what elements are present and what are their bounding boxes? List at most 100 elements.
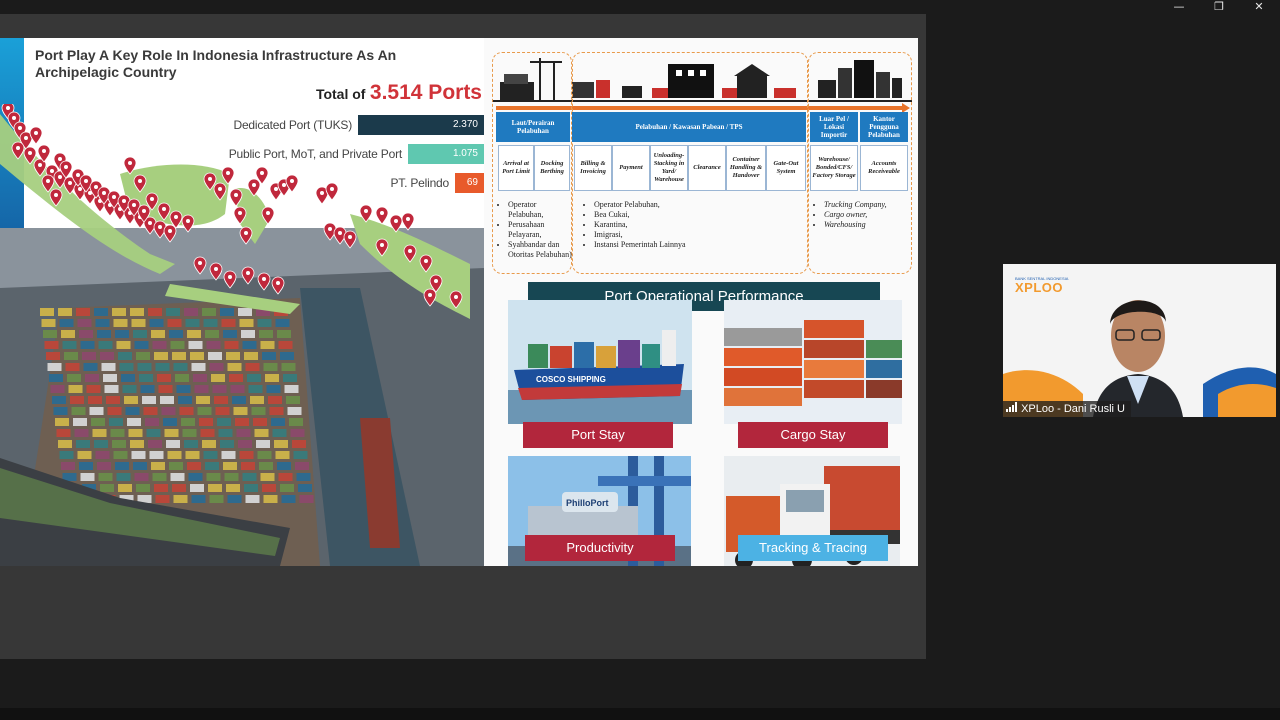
container-block [223,462,237,470]
container-block [281,363,296,371]
productivity-button[interactable]: Productivity [525,535,675,561]
process-step: Accounts Receiveable [860,145,908,191]
map-pin-dot [148,221,152,225]
container-block [172,484,186,492]
container-block [278,341,293,349]
map-pin-dot [68,181,72,185]
actor-item: Operator Pelabuhan, [594,200,804,210]
map-pin-dot [408,249,412,253]
map-pin-dot [282,183,286,187]
container-block [233,407,248,415]
container-block [298,484,312,492]
container-block [182,429,197,437]
map-pin-dot [34,131,38,135]
container-block [149,451,164,459]
container-block [74,429,89,437]
container-block [181,418,195,426]
container-block [115,462,129,470]
actor-item: Instansi Pemerintah Lainnya [594,240,804,250]
presentation-slide: Port Play A Key Role In Indonesia Infras… [0,38,918,566]
container-block [86,385,101,393]
container-block [208,352,222,360]
map-pin-dot [38,163,42,167]
container-block [242,473,257,481]
map-pin-dot [454,295,458,299]
container-block [73,418,87,426]
map-pin-icon [223,270,237,289]
container-block [188,341,203,349]
container-block [127,418,141,426]
cargo-stay-button[interactable]: Cargo Stay [738,422,888,448]
container-block [59,451,74,459]
container-block [113,451,128,459]
container-block [218,429,233,437]
actors-list: Trucking Company, Cargo owner, Warehousi… [814,200,910,230]
container-block [196,396,210,404]
container-block [286,396,300,404]
container-block [83,363,98,371]
container-block [197,407,212,415]
map-pin-icon [375,206,389,225]
stat-row-pelindo: PT. Pelindo 69 [390,173,484,193]
map-pin-icon [239,226,253,245]
container-block [212,385,227,393]
actor-item: Operator Pelabuhan, [508,200,572,220]
map-pin-dot [24,136,28,140]
container-block [176,385,191,393]
container-block [238,440,252,448]
map-pin-dot [198,261,202,265]
container-block [184,440,198,448]
map-pin-dot [276,281,280,285]
map-pin-dot [266,211,270,215]
container-block [71,407,86,415]
container-block [161,407,176,415]
container-block [226,484,240,492]
container-block [121,374,135,382]
container-block [217,418,231,426]
container-block [173,495,188,503]
container-block [142,396,156,404]
container-block [187,330,201,338]
container-block [220,440,234,448]
tracking-tracing-button[interactable]: Tracking & Tracing [738,535,888,561]
process-step: Unloading-Stacking in Yard/ Warehouse [650,145,688,191]
title-bar: — ❐ ✕ [0,0,1280,14]
container-block [55,418,69,426]
container-block [140,385,155,393]
container-block [134,341,149,349]
actor-item: Karantina, [594,220,804,230]
container-block [158,385,173,393]
map-pin-dot [122,199,126,203]
container-block [274,440,288,448]
minimize-button[interactable]: — [1164,0,1194,14]
container-block [100,484,114,492]
container-block [251,407,266,415]
container-block [151,462,165,470]
container-block [241,330,255,338]
meeting-window: — ❐ ✕ Port Play A Key Role In Indonesia … [0,0,1280,720]
restore-button[interactable]: ❐ [1204,0,1234,14]
container-block [230,385,245,393]
process-step: Clearance [688,145,726,191]
port-stay-button[interactable]: Port Stay [523,422,673,448]
actor-item: Bea Cukai, [594,210,804,220]
process-step: Billing & Invoicing [574,145,612,191]
container-block [248,385,263,393]
container-block [134,473,149,481]
container-block [145,418,159,426]
stat-bar: 69 [455,173,484,193]
participant-video[interactable]: BANK SENTRAL INDONESIA XPLOO XPLoo - Dan… [1003,264,1276,417]
container-block [164,429,179,437]
map-pin-dot [380,243,384,247]
map-pin-dot [78,187,82,191]
container-block [130,440,144,448]
container-block [136,352,150,360]
container-block [229,374,243,382]
container-block [98,341,113,349]
map-pin-icon [241,266,255,285]
container-block [155,363,170,371]
container-block [173,363,188,371]
stat-row-public: Public Port, MoT, and Private Port 1.075 [229,144,484,164]
map-pin-icon [423,288,437,307]
close-button[interactable]: ✕ [1244,0,1274,14]
